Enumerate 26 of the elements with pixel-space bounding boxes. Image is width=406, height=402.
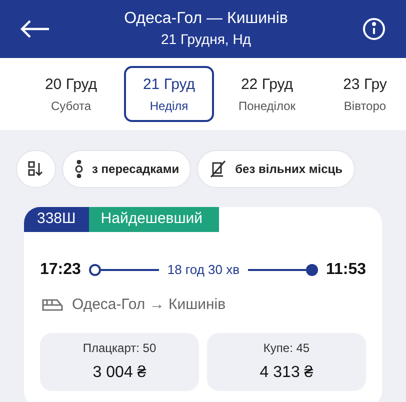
seat-class-option[interactable]: Купе: 45 4 313 ₴ [207,332,366,390]
arrival-time: 11:53 [326,260,366,280]
duration-label: 18 год 30 хв [166,261,241,280]
seat-class-option[interactable]: Плацкарт: 50 3 004 ₴ [40,332,199,390]
crossed-seat-icon [209,160,228,178]
date-tab[interactable]: 20 Груд Субота [26,66,116,122]
timeline-line [100,269,160,271]
filter-chip[interactable]: з пересадками [62,150,192,188]
filter-chip[interactable]: без вільних місць [197,150,354,188]
back-arrow-icon[interactable] [20,19,50,39]
date-tab[interactable]: 22 Груд Понеділок [222,66,312,122]
info-icon[interactable] [362,17,386,41]
cheapest-tag: Найдешевший [88,207,219,232]
date-tab[interactable]: 23 Гру Вівторо [320,66,406,122]
departure-time: 17:23 [40,260,81,280]
timeline-line [248,269,306,271]
sort-button[interactable] [16,150,56,188]
stop-icon [74,160,84,178]
date-tab[interactable]: 21 Груд Неділя [124,66,214,122]
sort-icon [28,161,44,177]
train-icon [42,298,64,312]
route-label: Одеса-Гол → Кишинів [72,295,226,315]
train-number-tag: 338Ш [24,207,89,232]
route-title: Одеса-Гол — Кишинів [124,9,288,29]
train-card[interactable]: 338Ш Найдешевший 17:23 18 год 30 хв 11:53 Одеса-Гол → Кишинів Плацкарт: 50 3 004 ₴ Купе: 45 4 313 ₴ [24,207,382,402]
date-subtitle: 21 Грудня, Нд [161,30,251,49]
